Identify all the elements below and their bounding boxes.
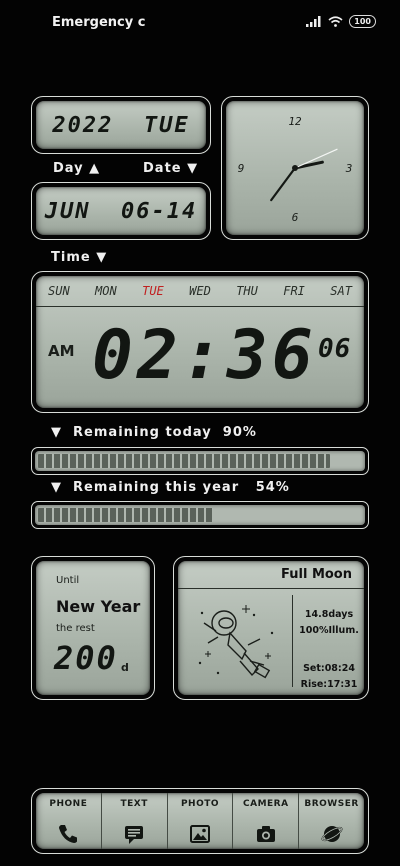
remaining-today-bar — [31, 447, 369, 475]
status-carrier: Emergency c — [52, 15, 146, 30]
phone-icon — [59, 825, 78, 843]
moon-divider — [292, 595, 293, 687]
moon-rise: Rise:17:31 — [300, 679, 358, 690]
moon-widget[interactable]: Full Moon 14.8days 100%Illum. Set:08:24 … — [173, 556, 369, 700]
dock-label: TEXT — [120, 799, 148, 809]
dock-label: PHOTO — [180, 799, 220, 809]
weekday-sun: SUN — [48, 284, 70, 298]
time-label[interactable]: Time ▼ — [51, 250, 107, 265]
year-day-widget[interactable]: 2022 TUE — [31, 96, 211, 154]
app-dock: PHONE TEXT PHOTO CAMERA BROWSER — [31, 788, 369, 854]
weekday-wed: WED — [189, 284, 211, 298]
seconds-display: 06 — [318, 334, 352, 364]
countdown-unit: d — [121, 661, 129, 674]
weekday-sat: SAT — [330, 284, 352, 298]
remaining-year-label: ▼ Remaining this year 54% — [51, 480, 290, 495]
hour-hand — [293, 160, 324, 170]
battery-indicator: 100 — [349, 15, 376, 28]
analog-clock-widget[interactable]: 12 3 6 9 — [221, 96, 369, 240]
second-hand — [294, 148, 338, 169]
dock-row: PHONE TEXT PHOTO CAMERA BROWSER — [36, 793, 364, 849]
dock-item-browser[interactable]: BROWSER — [299, 793, 364, 849]
weekday-thu: THU — [236, 284, 258, 298]
ampm-indicator: AM — [48, 342, 75, 360]
dock-item-text[interactable]: TEXT — [102, 793, 168, 849]
clock-number-9: 9 — [238, 162, 245, 175]
moon-set: Set:08:24 — [303, 663, 355, 674]
time-display: 02:36 — [92, 316, 317, 395]
camera-icon — [256, 826, 275, 842]
photo-icon — [189, 825, 210, 843]
clock-number-3: 3 — [345, 162, 353, 175]
astronaut-icon — [198, 605, 274, 679]
day-label[interactable]: Day ▲ — [53, 161, 100, 176]
year-day-display: 2022 TUE — [52, 112, 190, 138]
moon-illumination: 100%Illum. — [299, 625, 359, 636]
dock-label: BROWSER — [304, 799, 359, 809]
wifi-icon — [328, 16, 343, 27]
clock-center — [292, 165, 298, 171]
weekday-tue: TUE — [142, 284, 164, 298]
clock-number-6: 6 — [292, 211, 299, 224]
status-icons: 100 — [306, 15, 376, 28]
countdown-widget[interactable]: Until New Year the rest 200 d — [31, 556, 155, 700]
moon-phase: Full Moon — [281, 567, 352, 582]
month-date-display: JUN 06-14 — [44, 198, 198, 224]
countdown-days: 200 — [54, 639, 118, 677]
month-date-widget[interactable]: JUN 06-14 — [31, 182, 211, 240]
weekday-row: SUN MON TUE WED THU FRI SAT — [36, 276, 364, 307]
analog-clock: 12 3 6 9 — [238, 115, 353, 224]
dock-label: CAMERA — [243, 799, 289, 809]
digital-time-widget[interactable]: SUN MON TUE WED THU FRI SAT AM 02:36 06 — [31, 271, 369, 413]
browser-icon — [321, 826, 343, 842]
dock-item-photo[interactable]: PHOTO — [168, 793, 234, 849]
signal-icon — [306, 16, 321, 27]
countdown-the-rest: the rest — [56, 623, 95, 634]
date-label[interactable]: Date ▼ — [143, 161, 198, 176]
dock-label: PHONE — [49, 799, 88, 809]
moon-age: 14.8days — [304, 609, 354, 620]
dock-item-camera[interactable]: CAMERA — [233, 793, 300, 849]
remaining-today-label: ▼ Remaining today 90% — [51, 425, 257, 440]
remaining-year-fill — [38, 508, 213, 522]
dock-item-phone[interactable]: PHONE — [36, 793, 102, 849]
weekday-mon: MON — [95, 284, 117, 298]
countdown-event: New Year — [56, 597, 141, 616]
weekday-fri: FRI — [283, 284, 305, 298]
minute-hand — [270, 166, 297, 202]
message-icon — [125, 826, 144, 844]
remaining-today-fill — [38, 454, 330, 468]
clock-number-12: 12 — [288, 115, 302, 128]
countdown-until: Until — [56, 575, 80, 586]
remaining-year-bar — [31, 501, 369, 529]
